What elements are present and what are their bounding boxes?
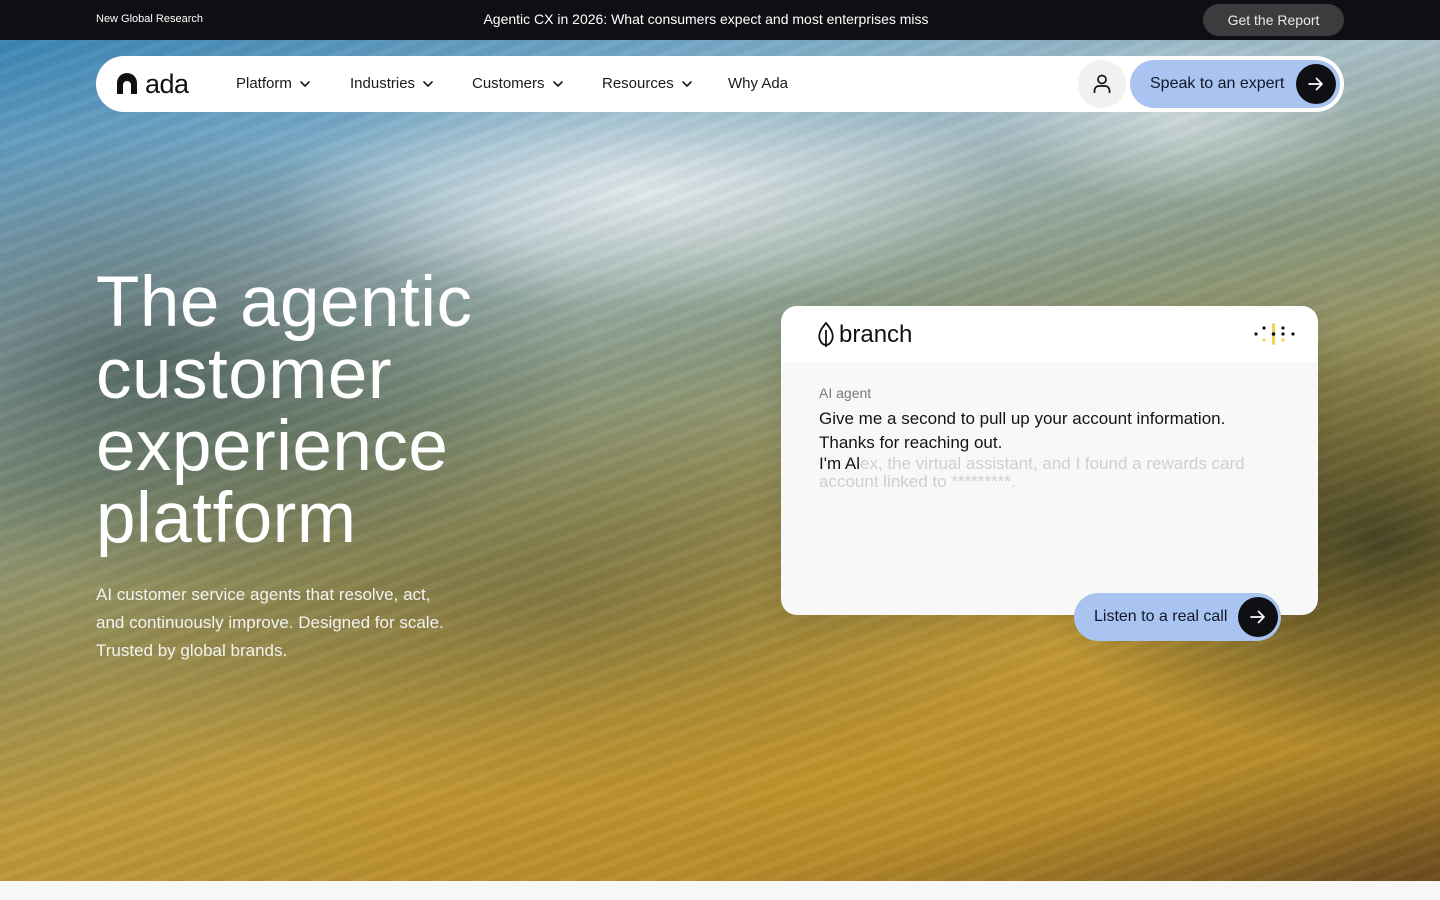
chevron-down-icon [300,81,310,87]
arrow-right-icon [1296,64,1336,104]
nav-platform-label: Platform [236,75,292,92]
chevron-down-icon [423,81,433,87]
user-icon [1093,74,1111,93]
chevron-down-icon [552,81,563,87]
speak-to-expert-label: Speak to an expert [1150,75,1285,92]
chat-demo-header: branch [781,306,1318,362]
branch-logo: branch [817,321,912,349]
nav-why-ada[interactable]: Why Ada [728,74,788,94]
arrow-right-icon [1238,597,1278,637]
nav-platform[interactable]: Platform [236,74,310,94]
account-button[interactable] [1078,60,1126,108]
nav-resources[interactable]: Resources [602,74,692,94]
main-navigation: ada Platform Industries Customers Resour… [96,56,1344,112]
get-report-button[interactable]: Get the Report [1203,4,1344,36]
logo-wordmark: ada [145,69,189,99]
announcement-headline[interactable]: Agentic CX in 2026: What consumers expec… [0,11,1412,27]
chat-typing-message: I'm Alex, the virtual assistant, and I f… [819,455,1279,491]
nav-customers[interactable]: Customers [472,74,563,94]
typed-text: I'm Al [819,454,861,473]
nav-resources-label: Resources [602,75,674,92]
brand-name: branch [839,321,913,348]
hero-subtitle: AI customer service agents that resolve,… [96,585,444,660]
chat-message: Thanks for reaching out. [819,433,1003,452]
chevron-down-icon [681,81,692,87]
listen-real-call-button[interactable]: Listen to a real call [1074,593,1281,641]
hero-title: The agentic customer experience platform [96,267,473,555]
nav-industries-label: Industries [350,75,416,92]
announcement-bar: New Global Research Agentic CX in 2026: … [0,0,1440,40]
audio-wave-icon [1254,323,1295,345]
hero-title-line: customer [96,335,392,414]
chat-demo-card: branch AI agent Give me a second to pull… [781,306,1318,615]
leaf-icon [818,322,834,347]
chat-role-label: AI agent [819,385,872,401]
ada-logo[interactable]: ada [116,70,189,98]
hero-title-line: experience [96,407,449,486]
ada-logo-icon [117,73,137,94]
speak-to-expert-button[interactable]: Speak to an expert [1130,60,1340,108]
listen-real-call-label: Listen to a real call [1094,608,1228,625]
chat-message: Give me a second to pull up your account… [819,409,1226,428]
nav-why-ada-label: Why Ada [728,75,789,92]
hero-title-line: The agentic [96,263,473,342]
pending-text: ex, the virtual assistant, and I found a… [819,454,1245,491]
nav-industries[interactable]: Industries [350,74,433,94]
hero-title-line: platform [96,479,357,558]
nav-customers-label: Customers [472,75,545,92]
